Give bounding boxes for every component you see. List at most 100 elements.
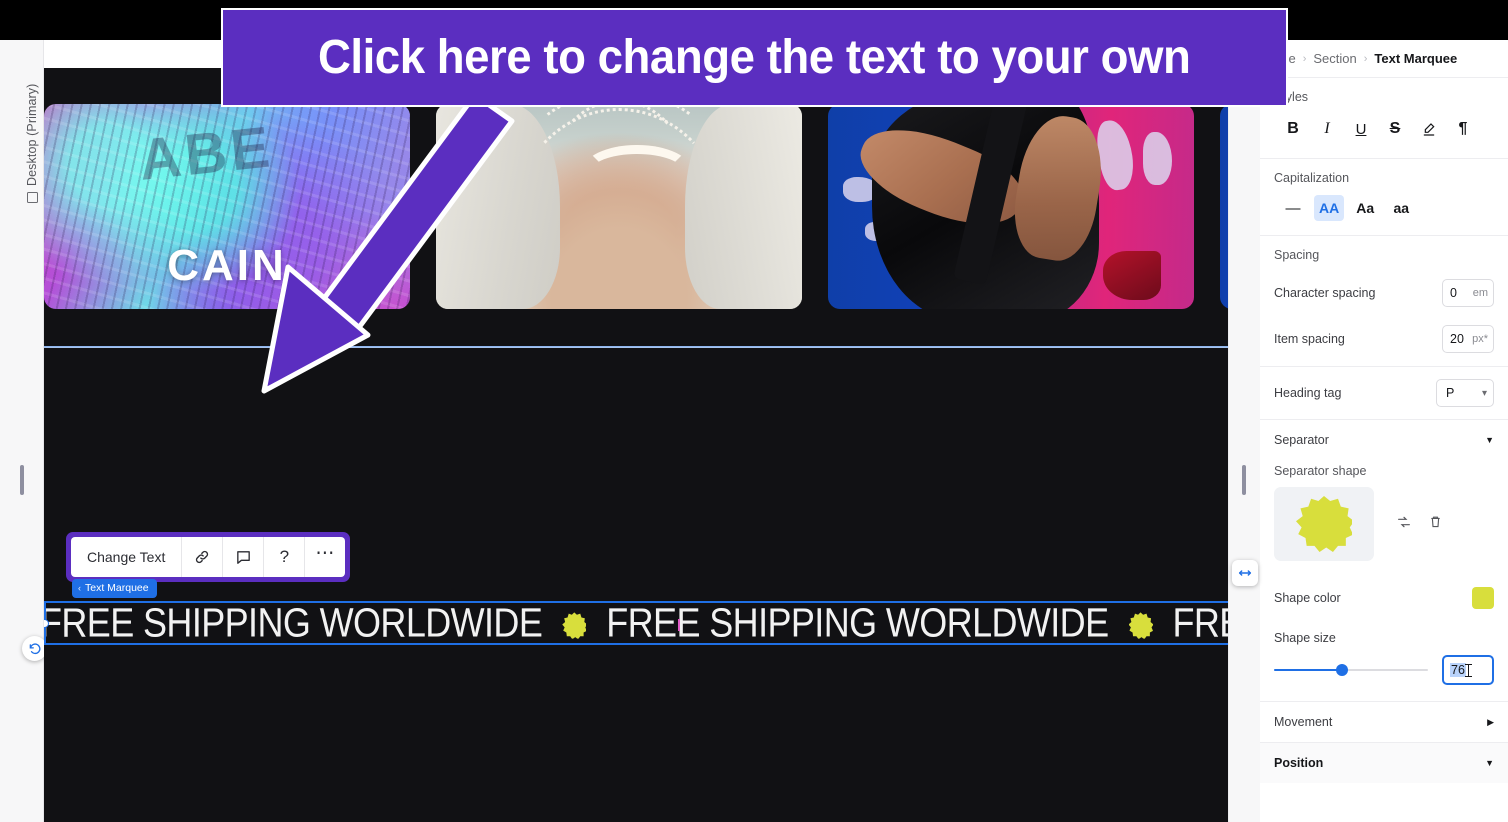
paragraph-button[interactable]: ¶ — [1446, 114, 1480, 144]
breadcrumb-separator-icon: › — [1363, 52, 1368, 65]
gallery-image-4[interactable] — [1220, 103, 1228, 309]
breadcrumb: age › Section › Text Marquee — [1260, 40, 1508, 78]
help-button[interactable]: ? — [263, 537, 304, 577]
star-burst-icon — [1296, 496, 1352, 552]
item-spacing-input[interactable]: 20 px* — [1442, 325, 1494, 353]
dash-icon: — — [1285, 199, 1301, 217]
link-button[interactable] — [181, 537, 222, 577]
paragraph-icon: ¶ — [1458, 120, 1468, 137]
marquee-item: FREE SHIPPING WORLDWIDE — [44, 601, 543, 645]
shape-size-slider[interactable] — [1274, 664, 1428, 676]
star-burst-icon — [562, 612, 587, 640]
trash-icon — [1431, 516, 1440, 528]
item-spacing-unit: px* — [1472, 333, 1488, 345]
right-canvas-drag-handle[interactable] — [1242, 465, 1246, 495]
next-slide-preview-image — [1220, 103, 1228, 309]
more-options-icon: ⋯ — [315, 543, 336, 564]
chevron-down-icon: ▼ — [1485, 758, 1494, 768]
character-spacing-label: Character spacing — [1274, 286, 1376, 300]
styles-label: Styles — [1274, 90, 1309, 104]
chevron-left-icon: ‹ — [78, 583, 81, 593]
shape-size-label: Shape size — [1274, 631, 1336, 645]
separator-shape-thumbnail[interactable] — [1274, 487, 1374, 561]
breadcrumb-separator-icon: › — [1302, 52, 1307, 65]
left-canvas-drag-handle[interactable] — [20, 465, 24, 495]
character-spacing-value: 0 — [1450, 286, 1457, 300]
replace-shape-button[interactable] — [1396, 514, 1412, 535]
properties-panel: age › Section › Text Marquee Styles B I … — [1260, 40, 1508, 822]
shape-size-row: 76 — [1260, 645, 1508, 701]
comment-icon — [237, 550, 250, 564]
highlight-button[interactable] — [1412, 114, 1446, 144]
character-spacing-input[interactable]: 0 em — [1442, 279, 1494, 307]
help-icon: ? — [279, 547, 290, 566]
shape-size-input[interactable]: 76 — [1442, 655, 1494, 685]
highlighter-icon — [1423, 123, 1435, 136]
right-rail — [1228, 40, 1260, 822]
heading-tag-value: P — [1446, 386, 1455, 400]
bold-button[interactable]: B — [1276, 114, 1310, 144]
horizontal-resize-icon — [1238, 570, 1252, 576]
text-cursor-icon — [1464, 663, 1472, 677]
breadcrumb-item-current[interactable]: Text Marquee — [1374, 51, 1457, 66]
delete-shape-button[interactable] — [1428, 514, 1443, 534]
capitalization-option-uppercase[interactable]: AA — [1314, 195, 1345, 221]
horizontal-resize-button[interactable] — [1232, 560, 1258, 586]
shape-size-value: 76 — [1450, 663, 1466, 677]
movement-group-header[interactable]: Movement ▶ — [1260, 702, 1508, 742]
undo-icon — [29, 642, 40, 654]
shape-color-swatch[interactable] — [1472, 587, 1494, 609]
item-spacing-value: 20 — [1450, 332, 1464, 346]
graffiti-mark — [1142, 132, 1173, 186]
monitor-icon — [26, 192, 38, 203]
bold-icon: B — [1287, 120, 1299, 137]
gallery-image-3[interactable] — [828, 103, 1194, 309]
graffiti-mark — [1094, 117, 1137, 192]
heading-tag-label: Heading tag — [1274, 386, 1342, 400]
capitalization-option-none[interactable]: — — [1278, 195, 1308, 221]
separator-shape-actions — [1396, 514, 1443, 535]
capitalization-options: — AA Aa aa — [1274, 195, 1494, 221]
element-tag-badge[interactable]: ‹ Text Marquee — [72, 579, 157, 598]
marquee-content: FREE SHIPPING WORLDWIDE FREE SHIPPING WOR… — [44, 601, 1229, 645]
text-marquee-element[interactable]: FREE SHIPPING WORLDWIDE FREE SHIPPING WOR… — [44, 601, 1228, 645]
text-caret — [678, 619, 680, 631]
capitalization-option-lowercase[interactable]: aa — [1386, 195, 1416, 221]
element-toolbar[interactable]: Change Text ? ⋯ — [71, 537, 346, 577]
underline-button[interactable]: U — [1344, 114, 1378, 144]
chevron-down-icon: ▾ — [1481, 387, 1487, 399]
annotation-arrow — [261, 95, 515, 394]
capitalization-label: Capitalization — [1274, 171, 1350, 185]
strikethrough-button[interactable]: S — [1378, 114, 1412, 144]
heading-tag-select[interactable]: P ▾ — [1436, 379, 1494, 407]
item-spacing-row: Item spacing 20 px* — [1260, 316, 1508, 362]
red-accent — [1102, 251, 1162, 301]
separator-group-header[interactable]: Separator ▼ — [1260, 420, 1508, 460]
heading-tag-row: Heading tag P ▾ — [1260, 367, 1508, 419]
star-burst-icon — [1128, 612, 1153, 640]
change-text-button[interactable]: Change Text — [71, 537, 181, 577]
element-tag-label: Text Marquee — [85, 582, 149, 594]
annotation-banner: Click here to change the text to your ow… — [221, 8, 1288, 107]
shape-size-slider-fill — [1274, 669, 1342, 671]
shape-color-row: Shape color — [1260, 575, 1508, 621]
viewport-label[interactable]: Desktop (Primary) — [21, 43, 43, 203]
shape-size-slider-knob[interactable] — [1335, 664, 1348, 676]
app-window: Desktop (Primary) ABE CAIN Change Text ?… — [0, 0, 1508, 822]
spacing-section: Spacing Character spacing 0 em Item spac… — [1260, 236, 1508, 366]
annotation-banner-text: Click here to change the text to your ow… — [318, 31, 1191, 84]
strikethrough-icon: S — [1389, 120, 1401, 137]
italic-icon: I — [1324, 120, 1330, 137]
shape-color-label: Shape color — [1274, 591, 1341, 605]
position-group-header[interactable]: Position ▼ — [1260, 743, 1508, 783]
marquee-item: FREE SHIPPING WORLDWIDE — [1172, 601, 1229, 645]
link-icon — [196, 550, 209, 564]
capitalization-option-capitalize[interactable]: Aa — [1350, 195, 1380, 221]
separator-shape-section: Separator shape — [1260, 460, 1508, 575]
chevron-down-icon: ▼ — [1485, 435, 1494, 445]
capitalization-option-label: aa — [1393, 200, 1410, 216]
comment-button[interactable] — [222, 537, 263, 577]
more-options-button[interactable]: ⋯ — [304, 537, 345, 577]
breadcrumb-item-section[interactable]: Section — [1313, 51, 1356, 66]
italic-button[interactable]: I — [1310, 114, 1344, 144]
